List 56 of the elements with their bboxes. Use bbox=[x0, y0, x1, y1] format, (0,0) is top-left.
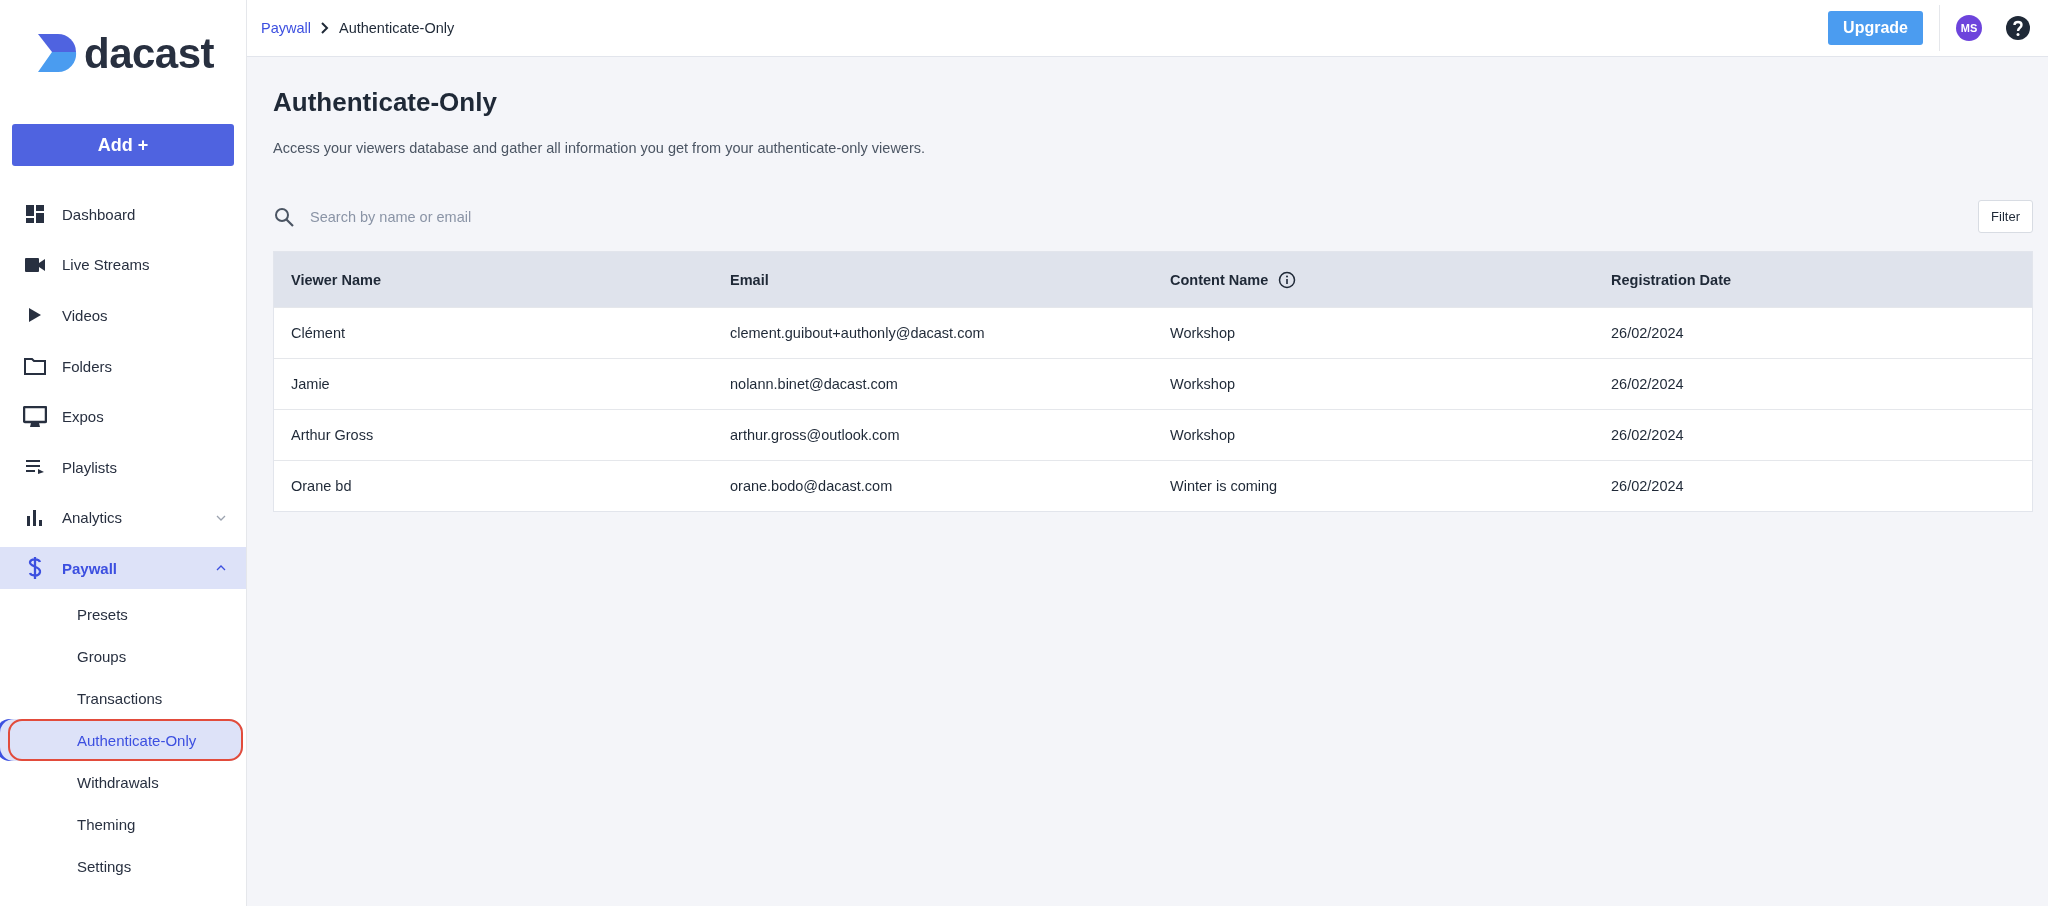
info-icon[interactable] bbox=[1278, 270, 1297, 289]
nav-item[interactable]: Analytics bbox=[0, 492, 246, 544]
dashboard-icon bbox=[25, 204, 45, 225]
column-header: Email bbox=[730, 271, 769, 288]
submenu-item[interactable]: Transactions bbox=[0, 677, 246, 720]
submenu-item[interactable]: Theming bbox=[0, 803, 246, 846]
table-cell: arthur.gross@outlook.com bbox=[730, 427, 900, 443]
table-cell: Arthur Gross bbox=[291, 427, 374, 443]
table-cell: 26/02/2024 bbox=[1611, 376, 1684, 392]
column-header: Registration Date bbox=[1611, 271, 1732, 288]
nav-item[interactable]: Paywall bbox=[0, 547, 246, 590]
video-camera-icon bbox=[25, 257, 45, 272]
table-cell: nolann.binet@dacast.com bbox=[730, 376, 898, 392]
table-cell: clement.guibout+authonly@dacast.com bbox=[730, 325, 985, 341]
nav-item[interactable]: Videos bbox=[0, 290, 246, 341]
breadcrumb-current: Authenticate-Only bbox=[338, 20, 455, 36]
nav-item[interactable]: Dashboard bbox=[0, 189, 246, 240]
submenu-item[interactable]: Groups bbox=[0, 635, 246, 678]
table-cell: Jamie bbox=[291, 376, 330, 392]
monitor-icon bbox=[23, 405, 47, 428]
logo-icon bbox=[38, 34, 78, 74]
nav-item[interactable]: Folders bbox=[0, 340, 246, 392]
table-cell: 26/02/2024 bbox=[1611, 478, 1684, 494]
table-cell: Clément bbox=[291, 325, 345, 341]
play-icon bbox=[29, 308, 41, 323]
filter-button[interactable]: Filter bbox=[1978, 200, 2033, 233]
add-button[interactable]: Add + bbox=[12, 124, 234, 166]
submenu-item[interactable]: Presets bbox=[0, 593, 246, 636]
folder-icon bbox=[24, 357, 46, 376]
user-avatar[interactable]: MS bbox=[1956, 15, 1982, 41]
nav-item[interactable]: Live Streams bbox=[0, 239, 246, 291]
nav-item[interactable]: Expos bbox=[0, 391, 246, 442]
page-description: Access your viewers database and gather all information you get from your authenticate-only viewers. bbox=[273, 140, 927, 156]
breadcrumb-link[interactable]: Paywall bbox=[261, 20, 311, 36]
chevron-right-icon bbox=[320, 22, 329, 34]
table-cell: Workshop bbox=[1170, 427, 1235, 443]
submenu-item[interactable]: Settings bbox=[0, 845, 246, 888]
column-header: Viewer Name bbox=[291, 271, 381, 288]
table-cell: orane.bodo@dacast.com bbox=[730, 478, 893, 494]
bar-chart-icon bbox=[27, 509, 43, 526]
search-field[interactable]: Search by name or email bbox=[308, 207, 712, 226]
search-icon bbox=[274, 206, 294, 227]
page-title: Authenticate-Only bbox=[273, 87, 498, 118]
help-icon[interactable] bbox=[2006, 16, 2030, 40]
playlist-icon bbox=[26, 460, 44, 475]
table-cell: Orane bd bbox=[291, 478, 352, 494]
column-header: Content Name bbox=[1170, 271, 1269, 288]
table-cell: 26/02/2024 bbox=[1611, 325, 1684, 341]
submenu-item[interactable]: Withdrawals bbox=[0, 761, 246, 804]
table-cell: Workshop bbox=[1170, 376, 1235, 392]
nav-item[interactable]: Playlists bbox=[0, 441, 246, 493]
logo-wordmark: dacast bbox=[84, 34, 215, 74]
table-cell: Winter is coming bbox=[1170, 478, 1278, 494]
table-cell: 26/02/2024 bbox=[1611, 427, 1684, 443]
dollar-icon bbox=[28, 556, 42, 581]
table-cell: Workshop bbox=[1170, 325, 1235, 341]
